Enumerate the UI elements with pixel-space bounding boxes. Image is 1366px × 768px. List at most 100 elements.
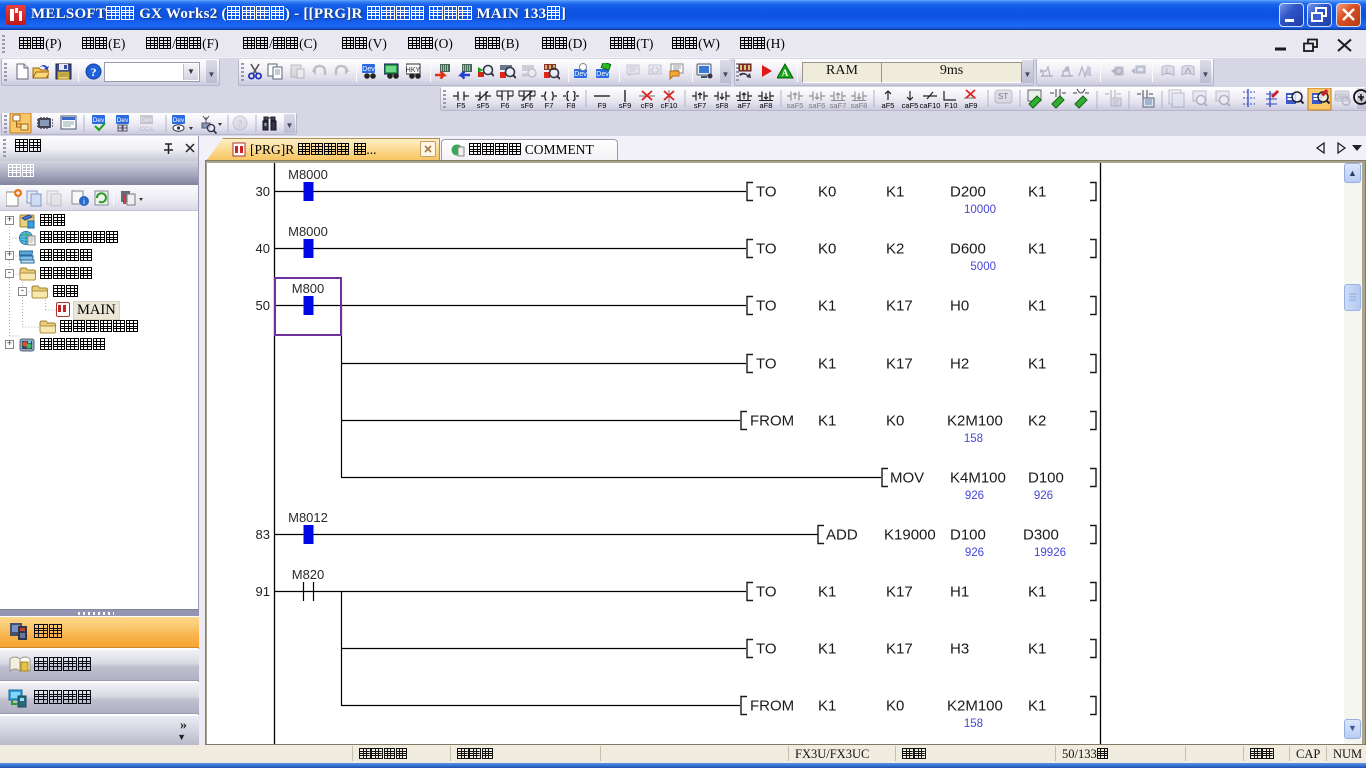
svg-text:10000: 10000: [964, 204, 996, 216]
svg-text:D100: D100: [950, 527, 986, 544]
svg-text:TO: TO: [756, 584, 777, 601]
svg-text:caF5: caF5: [902, 101, 919, 110]
svg-text:K1: K1: [818, 356, 836, 373]
svg-text:aF5: aF5: [882, 101, 895, 110]
svg-text:saF8: saF8: [851, 101, 868, 110]
svg-text:M8000: M8000: [288, 167, 328, 182]
svg-text:ADD: ADD: [826, 527, 858, 544]
svg-text:K1: K1: [818, 641, 836, 658]
svg-text:Dev: Dev: [596, 71, 609, 78]
svg-text:Dev: Dev: [362, 66, 375, 73]
svg-text:F5: F5: [457, 101, 466, 110]
svg-text:H3: H3: [950, 641, 969, 658]
svg-text:cF10: cF10: [661, 101, 678, 110]
svg-text:926: 926: [965, 490, 984, 502]
svg-text:K17: K17: [886, 584, 913, 601]
svg-text:TO: TO: [756, 241, 777, 258]
svg-text:M8012: M8012: [288, 510, 328, 525]
svg-text:K1: K1: [1028, 241, 1046, 258]
svg-text:MOV: MOV: [890, 470, 924, 487]
svg-text:cF9: cF9: [641, 101, 654, 110]
svg-text:K19000: K19000: [884, 527, 936, 544]
svg-text:K1: K1: [1028, 641, 1046, 658]
svg-text:TO: TO: [756, 641, 777, 658]
svg-text:aF8: aF8: [760, 101, 773, 110]
svg-text:H1: H1: [950, 584, 969, 601]
svg-text:Dev: Dev: [574, 71, 587, 78]
svg-text:K0: K0: [886, 413, 904, 430]
svg-text:HKY: HKY: [406, 67, 421, 74]
svg-text:K1: K1: [886, 184, 904, 201]
svg-text:K1: K1: [1028, 356, 1046, 373]
svg-text:saF6: saF6: [809, 101, 826, 110]
svg-text:D200: D200: [950, 184, 986, 201]
svg-text:158: 158: [964, 718, 983, 730]
svg-text:FROM: FROM: [750, 698, 794, 715]
svg-text:caF10: caF10: [920, 101, 941, 110]
svg-text:CC-L: CC-L: [139, 126, 155, 133]
svg-text:Dev: Dev: [93, 117, 105, 124]
svg-text:?: ?: [91, 65, 97, 79]
svg-text:19926: 19926: [1034, 547, 1066, 559]
svg-text:30: 30: [256, 184, 270, 199]
svg-text:L: L: [1166, 67, 1171, 76]
svg-text:TO: TO: [756, 298, 777, 315]
svg-text:?: ?: [238, 118, 243, 130]
svg-text:FROM: FROM: [750, 413, 794, 430]
svg-text:K2M100: K2M100: [947, 698, 1003, 715]
svg-text:K2M100: K2M100: [947, 413, 1003, 430]
svg-text:K17: K17: [886, 298, 913, 315]
svg-text:ST: ST: [998, 92, 1008, 101]
svg-text:K4M100: K4M100: [950, 470, 1006, 487]
svg-text:M820: M820: [292, 567, 325, 582]
svg-text:Dev: Dev: [141, 117, 153, 124]
svg-text:D600: D600: [950, 241, 986, 258]
svg-text:saF5: saF5: [787, 101, 804, 110]
svg-text:K17: K17: [886, 356, 913, 373]
svg-text:saF7: saF7: [830, 101, 847, 110]
svg-text:D300: D300: [1023, 527, 1059, 544]
svg-text:M8000: M8000: [288, 224, 328, 239]
svg-text:M800: M800: [292, 281, 325, 296]
svg-text:D100: D100: [1028, 470, 1064, 487]
svg-text:K1: K1: [1028, 298, 1046, 315]
svg-text:sF6: sF6: [521, 101, 534, 110]
svg-text:sF7: sF7: [694, 101, 707, 110]
svg-text:83: 83: [256, 527, 270, 542]
svg-text:Dev: Dev: [117, 117, 129, 124]
svg-text:F10: F10: [945, 101, 958, 110]
svg-text:sF8: sF8: [716, 101, 729, 110]
svg-text:F8: F8: [567, 101, 576, 110]
svg-text:K1: K1: [818, 298, 836, 315]
svg-text:K2: K2: [886, 241, 904, 258]
svg-text:A: A: [782, 68, 789, 78]
svg-text:F6: F6: [501, 101, 510, 110]
svg-text:5000: 5000: [970, 261, 996, 273]
svg-text:K0: K0: [818, 184, 836, 201]
svg-text:926: 926: [1034, 490, 1053, 502]
svg-text:K0: K0: [886, 698, 904, 715]
svg-text:H0: H0: [950, 298, 969, 315]
svg-text:K1: K1: [818, 698, 836, 715]
svg-text:TO: TO: [756, 184, 777, 201]
svg-text:H2: H2: [950, 356, 969, 373]
svg-text:F9: F9: [598, 101, 607, 110]
svg-text:K1: K1: [818, 413, 836, 430]
svg-text:K1: K1: [1028, 698, 1046, 715]
svg-text:K17: K17: [886, 641, 913, 658]
svg-text:50: 50: [256, 298, 270, 313]
svg-text:158: 158: [964, 433, 983, 445]
svg-text:aF9: aF9: [965, 101, 978, 110]
svg-text:sF9: sF9: [619, 101, 632, 110]
svg-text:TO: TO: [756, 356, 777, 373]
svg-text:K1: K1: [1028, 584, 1046, 601]
svg-text:91: 91: [256, 584, 270, 599]
svg-text:F7: F7: [545, 101, 554, 110]
svg-text:Dev: Dev: [173, 117, 185, 124]
svg-text:40: 40: [256, 241, 270, 256]
svg-text:K2: K2: [1028, 413, 1046, 430]
svg-text:aF7: aF7: [738, 101, 751, 110]
svg-text:K1: K1: [818, 584, 836, 601]
svg-text:K0: K0: [818, 241, 836, 258]
svg-text:sF5: sF5: [477, 101, 490, 110]
